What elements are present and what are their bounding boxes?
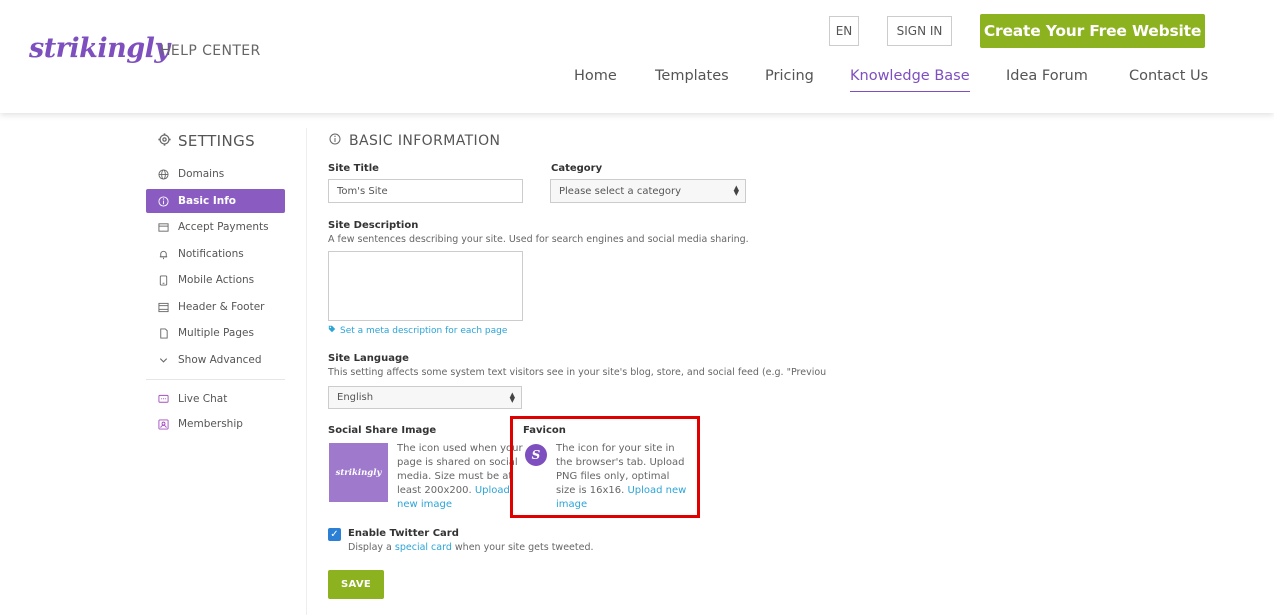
meta-description-link-text: Set a meta description for each page [340, 325, 508, 336]
site-language-value: English [337, 392, 374, 403]
site-description-help: A few sentences describing your site. Us… [328, 234, 749, 245]
settings-title: SETTINGS [178, 132, 256, 150]
sidebar-divider [146, 379, 285, 380]
sidebar-item-label: Domains [178, 168, 225, 180]
chevron-down-icon [158, 355, 169, 366]
site-description-label: Site Description [328, 220, 419, 231]
site-header: strikingly HELP CENTER EN SIGN IN Create… [0, 0, 1274, 113]
favicon-label: Favicon [523, 425, 566, 436]
sidebar-item-live-chat[interactable]: Live Chat [146, 387, 285, 411]
category-select-value: Please select a category [559, 185, 682, 197]
gear-icon [158, 132, 171, 150]
favicon-description: The icon for your site in the browser's … [556, 443, 687, 510]
twitter-card-label: Enable Twitter Card [348, 528, 459, 539]
info-icon [158, 195, 169, 207]
settings-heading: SETTINGS [158, 132, 255, 150]
select-arrows-icon: ▲ ▼ [509, 390, 515, 404]
nav-home[interactable]: Home [574, 68, 617, 84]
sidebar-item-accept-payments[interactable]: Accept Payments [146, 215, 285, 239]
sidebar-item-basic-info[interactable]: Basic Info [146, 189, 285, 213]
help-center-label: HELP CENTER [160, 43, 261, 59]
sidebar-item-label: Live Chat [178, 393, 228, 405]
category-label: Category [551, 163, 603, 174]
site-language-select[interactable]: English ▲ ▼ [328, 386, 522, 409]
nav-templates[interactable]: Templates [655, 68, 729, 84]
save-button[interactable]: SAVE [328, 570, 384, 599]
content-divider [306, 128, 307, 615]
category-select[interactable]: Please select a category ▲ ▼ [550, 179, 746, 203]
layout-icon [158, 302, 169, 313]
nav-contact-us[interactable]: Contact Us [1129, 68, 1208, 84]
meta-description-link[interactable]: Set a meta description for each page [328, 325, 507, 336]
site-title-input[interactable]: Tom's Site [328, 179, 523, 203]
sidebar-item-notifications[interactable]: Notifications [146, 242, 285, 266]
sidebar-item-label: Mobile Actions [178, 274, 255, 286]
select-arrows-icon: ▲ ▼ [733, 184, 739, 197]
favicon-image: S [525, 444, 547, 466]
sidebar-item-multiple-pages[interactable]: Multiple Pages [146, 321, 285, 345]
pages-icon [158, 327, 169, 339]
sidebar-item-domains[interactable]: Domains [146, 162, 285, 186]
site-description-textarea[interactable] [328, 251, 523, 321]
special-card-link[interactable]: special card [395, 542, 452, 553]
social-share-image: strikingly [329, 443, 388, 502]
sidebar-item-label: Basic Info [178, 195, 236, 207]
site-title-label: Site Title [328, 163, 379, 174]
tag-icon [328, 325, 336, 336]
sidebar-item-label: Show Advanced [178, 354, 262, 366]
globe-icon [158, 168, 169, 180]
member-icon [158, 418, 169, 430]
bell-icon [158, 249, 169, 260]
chat-icon [158, 394, 169, 405]
card-icon [158, 222, 169, 233]
sidebar-item-membership[interactable]: Membership [146, 412, 285, 436]
sidebar-item-header-footer[interactable]: Header & Footer [146, 295, 285, 319]
twitter-card-help: Display a special card when your site ge… [348, 542, 594, 553]
sidebar-item-show-advanced[interactable]: Show Advanced [146, 348, 285, 372]
nav-knowledge-base[interactable]: Knowledge Base [850, 68, 970, 92]
page-title: BASIC INFORMATION [349, 133, 501, 149]
site-language-label: Site Language [328, 353, 409, 364]
mobile-icon [158, 274, 169, 286]
strikingly-logo[interactable]: strikingly [29, 33, 170, 64]
sidebar-item-label: Multiple Pages [178, 327, 254, 339]
sidebar-item-label: Membership [178, 418, 243, 430]
nav-idea-forum[interactable]: Idea Forum [1006, 68, 1088, 84]
social-share-image-label: Social Share Image [328, 425, 437, 436]
info-icon [329, 133, 341, 149]
sidebar-item-mobile-actions[interactable]: Mobile Actions [146, 268, 285, 292]
site-language-help: This setting affects some system text vi… [328, 367, 827, 378]
sidebar-item-label: Header & Footer [178, 301, 265, 313]
sign-in-button[interactable]: SIGN IN [887, 16, 952, 46]
nav-pricing[interactable]: Pricing [765, 68, 814, 84]
basic-information-heading: BASIC INFORMATION [329, 133, 500, 149]
sidebar-item-label: Accept Payments [178, 221, 269, 233]
social-share-description: The icon used when your page is shared o… [397, 443, 523, 510]
create-website-button[interactable]: Create Your Free Website [980, 14, 1205, 48]
language-button[interactable]: EN [829, 16, 859, 46]
sidebar-item-label: Notifications [178, 248, 244, 260]
twitter-card-checkbox[interactable]: ✓ [328, 528, 341, 541]
